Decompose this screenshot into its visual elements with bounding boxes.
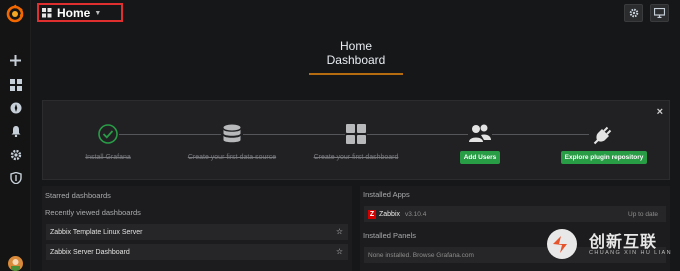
add-users-button[interactable]: Add Users (459, 151, 501, 164)
dashboard-list-item[interactable]: Zabbix Server Dashboard ☆ (46, 244, 348, 260)
dashboards-icon[interactable] (7, 76, 24, 93)
cycle-view-mode-button[interactable] (650, 4, 669, 22)
dashboards-list-panel: Starred dashboards Recently viewed dashb… (42, 186, 352, 271)
star-icon[interactable]: ☆ (336, 227, 343, 236)
settings-button[interactable] (624, 4, 643, 22)
check-circle-icon (97, 123, 119, 145)
dashboard-grid-icon (345, 123, 367, 145)
alerting-bell-icon[interactable] (7, 122, 24, 139)
configuration-gear-icon[interactable] (7, 146, 24, 163)
monitor-icon (654, 8, 665, 18)
plug-icon (593, 123, 615, 145)
database-icon (221, 123, 243, 145)
server-admin-shield-icon[interactable] (7, 169, 24, 186)
page-title: Home Dashboard (309, 39, 403, 75)
step-label: Create your first dashboard (313, 154, 399, 161)
caret-down-icon: ▼ (94, 10, 102, 17)
top-navbar: Home ▼ (31, 0, 680, 26)
step-label: Create your first data source (187, 154, 277, 161)
users-icon (468, 123, 492, 145)
gear-icon (629, 8, 638, 18)
app-update-status: Up to date (628, 210, 658, 218)
explore-plugin-repository-button[interactable]: Explore plugin repository (560, 151, 648, 164)
dashboard-list-item[interactable]: Zabbix Template Linux Server ☆ (46, 224, 348, 240)
starred-dashboards-heading: Starred dashboards (45, 191, 111, 200)
side-menu (0, 0, 31, 271)
step-add-users: Add Users (420, 122, 540, 164)
star-icon[interactable]: ☆ (336, 247, 343, 256)
installed-panels-heading: Installed Panels (363, 231, 416, 240)
explore-icon[interactable] (7, 99, 24, 116)
getting-started-panel: × Install Grafana Create your first data… (42, 100, 670, 180)
step-label: Install Grafana (85, 154, 131, 161)
dashboard-grid-icon (42, 7, 52, 17)
app-version: v3.10.4 (405, 210, 427, 218)
close-icon[interactable]: × (657, 106, 663, 118)
grafana-logo-icon[interactable] (5, 4, 25, 24)
app-name: Zabbix (379, 210, 401, 218)
brand-watermark-name: 创新互联 (589, 232, 658, 251)
brand-logo-icon (547, 229, 577, 259)
dashboard-name: Zabbix Server Dashboard (50, 248, 130, 256)
step-explore-plugins: Explore plugin repository (544, 122, 664, 164)
brand-watermark-subtitle: CHUANG XIN HU LIAN (589, 250, 672, 256)
create-icon[interactable] (7, 52, 24, 69)
dashboard-name: Zabbix Template Linux Server (50, 228, 143, 236)
app-list-item[interactable]: Z Zabbix v3.10.4 Up to date (364, 206, 666, 222)
zabbix-logo-icon: Z (368, 209, 376, 219)
step-create-data-source[interactable]: Create your first data source (172, 122, 292, 161)
user-avatar[interactable] (8, 256, 23, 271)
recent-dashboards-heading: Recently viewed dashboards (45, 208, 141, 217)
dashboard-picker-title: Home (57, 5, 91, 20)
installed-apps-heading: Installed Apps (363, 190, 410, 199)
step-create-dashboard[interactable]: Create your first dashboard (296, 122, 416, 161)
dashboard-picker[interactable]: Home ▼ (37, 3, 123, 22)
step-install-grafana: Install Grafana (48, 122, 168, 161)
